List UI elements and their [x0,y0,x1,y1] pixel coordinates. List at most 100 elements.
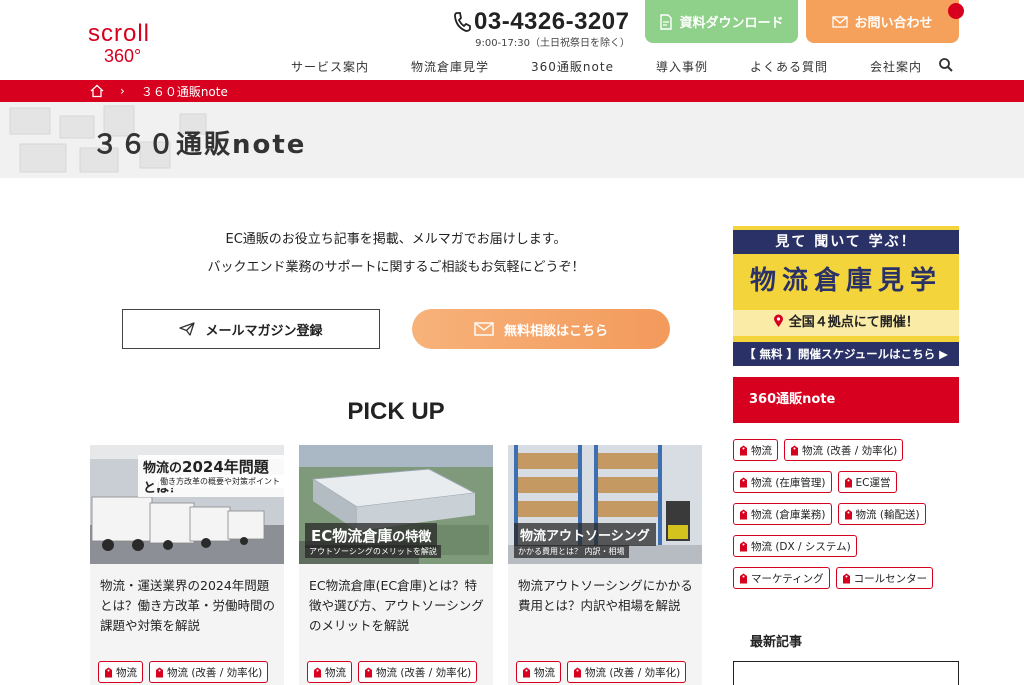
notification-dot[interactable] [948,3,964,19]
thumbnail-subcaption: アウトソーシングのメリットを解説 [305,545,441,558]
thumbnail-caption-main: EC物流倉庫 [311,527,393,545]
tag-label: 物流 (DX / システム) [751,540,851,553]
nav-item-warehouse-tour[interactable]: 物流倉庫見学 [390,58,510,75]
newsletter-signup-label: メールマガジン登録 [205,323,323,339]
sidebar-tag[interactable]: 物流 (在庫管理) [733,471,832,493]
tag-icon [574,667,581,677]
article-tags: 物流 物流 (改善 / 効率化) [98,661,269,683]
banner-top-text: 見て 聞いて 学ぶ！ [733,230,959,254]
download-button[interactable]: 資料ダウンロード [645,0,798,43]
article-title[interactable]: EC物流倉庫(EC倉庫)とは？特徴や選び方、アウトソーシングのメリットを解説 [309,576,487,636]
phone-number: 03-4326-3207 [474,8,630,35]
tag-icon [740,445,747,455]
thumbnail-caption-main: 2024年問題 [182,458,269,476]
sidebar-tag[interactable]: 物流 (輸配送) [837,503,926,525]
nav-item-company[interactable]: 会社案内 [849,58,943,75]
location-pin-icon [774,314,784,327]
breadcrumb: › ３６０通販note [0,80,1024,102]
sidebar-tag[interactable]: 物流 (DX / システム) [733,535,857,557]
tag-label: 物流 (輸配送) [855,508,920,521]
intro-line-1: EC通販のお役立ち記事を掲載、メルマガでお届けします。 [225,232,567,247]
thumbnail-caption-post: の特徴 [392,530,432,545]
phone-icon [454,12,471,32]
site-logo[interactable]: scroll 360° [88,12,168,68]
phone-hours: 9:00-17:30（土日祝祭日を除く） [475,38,630,49]
tag-label: 物流 (改善 / 効率化) [376,666,472,679]
sidebar-tag[interactable]: 物流 (倉庫業務) [733,503,832,525]
article-thumbnail-warehouse[interactable]: EC物流倉庫の特徴 アウトソーシングのメリットを解説 [299,445,493,564]
tag-label: 物流 [534,666,555,679]
tag-icon [314,667,321,677]
pickup-heading: PICK UP [347,398,445,425]
sidebar-tag[interactable]: コールセンター [835,567,934,589]
nav-item-cases[interactable]: 導入事例 [635,58,729,75]
tag-label: EC運営 [855,476,891,489]
sidebar-tag[interactable]: 物流 [733,439,778,461]
banner-location-label: 全国４拠点にて開催！ [788,315,919,330]
tag-chip[interactable]: 物流 [516,661,561,683]
free-consultation-label: 無料相談はこちら [503,323,608,339]
article-tags: 物流 物流 (改善 / 効率化) [307,661,478,683]
thumbnail-subcaption: かかる費用とは？ 内訳・相場 [514,545,629,558]
tag-label: 物流 (改善 / 効率化) [585,666,681,679]
article-tags: 物流 物流 (改善 / 効率化) [516,661,687,683]
intro-text: EC通販のお役立ち記事を掲載、メルマガでお届けします。 バックエンド業務のサポー… [122,226,670,282]
page-title: ３６０通販note [92,130,307,160]
paper-plane-icon [179,322,196,336]
sidebar-tag[interactable]: 物流 (改善 / 効率化) [784,439,904,461]
article-thumbnail-racks[interactable]: 物流アウトソーシング かかる費用とは？ 内訳・相場 [508,445,702,564]
sidebar-tag[interactable]: EC運営 [837,471,897,493]
sidebar-section-title: 360通販note [733,377,959,423]
logo-text: scroll [88,20,151,47]
tag-label: 物流 [325,666,346,679]
free-consultation-button[interactable]: 無料相談はこちら [412,309,670,349]
breadcrumb-separator: › [120,84,125,98]
document-icon [660,13,673,30]
nav-item-faq[interactable]: よくある質問 [729,58,849,75]
search-icon[interactable] [938,57,954,73]
article-card[interactable]: 物流アウトソーシング かかる費用とは？ 内訳・相場 物流アウトソーシングにかかる… [508,445,702,685]
tag-chip[interactable]: 物流 [307,661,352,683]
phone-block[interactable]: 03-4326-3207 [452,8,629,36]
article-thumbnail-trucks[interactable]: 物流の2024年問題とは？ 働き方改革の概要や対策ポイント [90,445,284,564]
tag-label: 物流 [751,444,772,457]
tag-icon [791,445,798,455]
banner-location-text: 全国４拠点にて開催！ [733,310,959,336]
newsletter-signup-button[interactable]: メールマガジン登録 [122,309,380,349]
tag-chip[interactable]: 物流 (改善 / 効率化) [358,661,478,683]
article-card[interactable]: 物流の2024年問題とは？ 働き方改革の概要や対策ポイント 物流・運送業界の20… [90,445,284,685]
nav-item-note[interactable]: 360通販note [510,58,635,75]
tag-icon [105,667,112,677]
home-icon[interactable] [90,84,104,98]
thumbnail-subcaption: 働き方改革の概要や対策ポイント [156,475,284,488]
banner-main-text: 物流倉庫見学 [749,266,942,296]
article-title[interactable]: 物流アウトソーシングにかかる費用とは？内訳や相場を解説 [518,576,696,616]
tag-icon [523,667,530,677]
thumbnail-caption-main: 物流アウトソーシング [520,529,650,544]
tag-icon [740,509,747,519]
article-card[interactable]: EC物流倉庫の特徴 アウトソーシングのメリットを解説 EC物流倉庫(EC倉庫)と… [299,445,493,685]
tag-label: 物流 (在庫管理) [751,476,826,489]
tag-label: コールセンター [853,572,928,585]
tag-icon [740,541,747,551]
banner-schedule-link[interactable]: 【 無料 】開催スケジュールはこちら ▶ [733,342,959,366]
tag-chip[interactable]: 物流 (改善 / 効率化) [149,661,269,683]
site-header: scroll 360° 03-4326-3207 9:00-17:30（土日祝祭… [0,0,1024,80]
tag-label: マーケティング [751,572,824,585]
download-button-label: 資料ダウンロード [679,16,784,31]
tag-chip[interactable]: 物流 (改善 / 効率化) [567,661,687,683]
sidebar-tag-list: 物流 物流 (改善 / 効率化) 物流 (在庫管理) EC運営 物流 (倉庫業務… [733,439,959,589]
thumbnail-caption: 物流アウトソーシング [514,523,656,546]
logo-sub: 360° [104,46,142,66]
mail-icon [474,322,494,336]
warehouse-tour-banner[interactable]: 見て 聞いて 学ぶ！ 物流倉庫見学 全国４拠点にて開催！ 【 無料 】開催スケジ… [733,226,959,366]
sidebar-tag[interactable]: マーケティング [733,567,830,589]
thumbnail-caption-pre: 物流の [143,461,183,476]
tag-chip[interactable]: 物流 [98,661,143,683]
intro-line-2: バックエンド業務のサポートに関するご相談もお気軽にどうぞ！ [207,260,585,275]
article-title[interactable]: 物流・運送業界の2024年問題とは？働き方改革・労働時間の課題や対策を解説 [100,576,278,636]
nav-item-services[interactable]: サービス案内 [270,58,390,75]
contact-button[interactable]: お問い合わせ [806,0,959,43]
tag-icon [844,509,852,519]
tag-icon [844,477,852,487]
